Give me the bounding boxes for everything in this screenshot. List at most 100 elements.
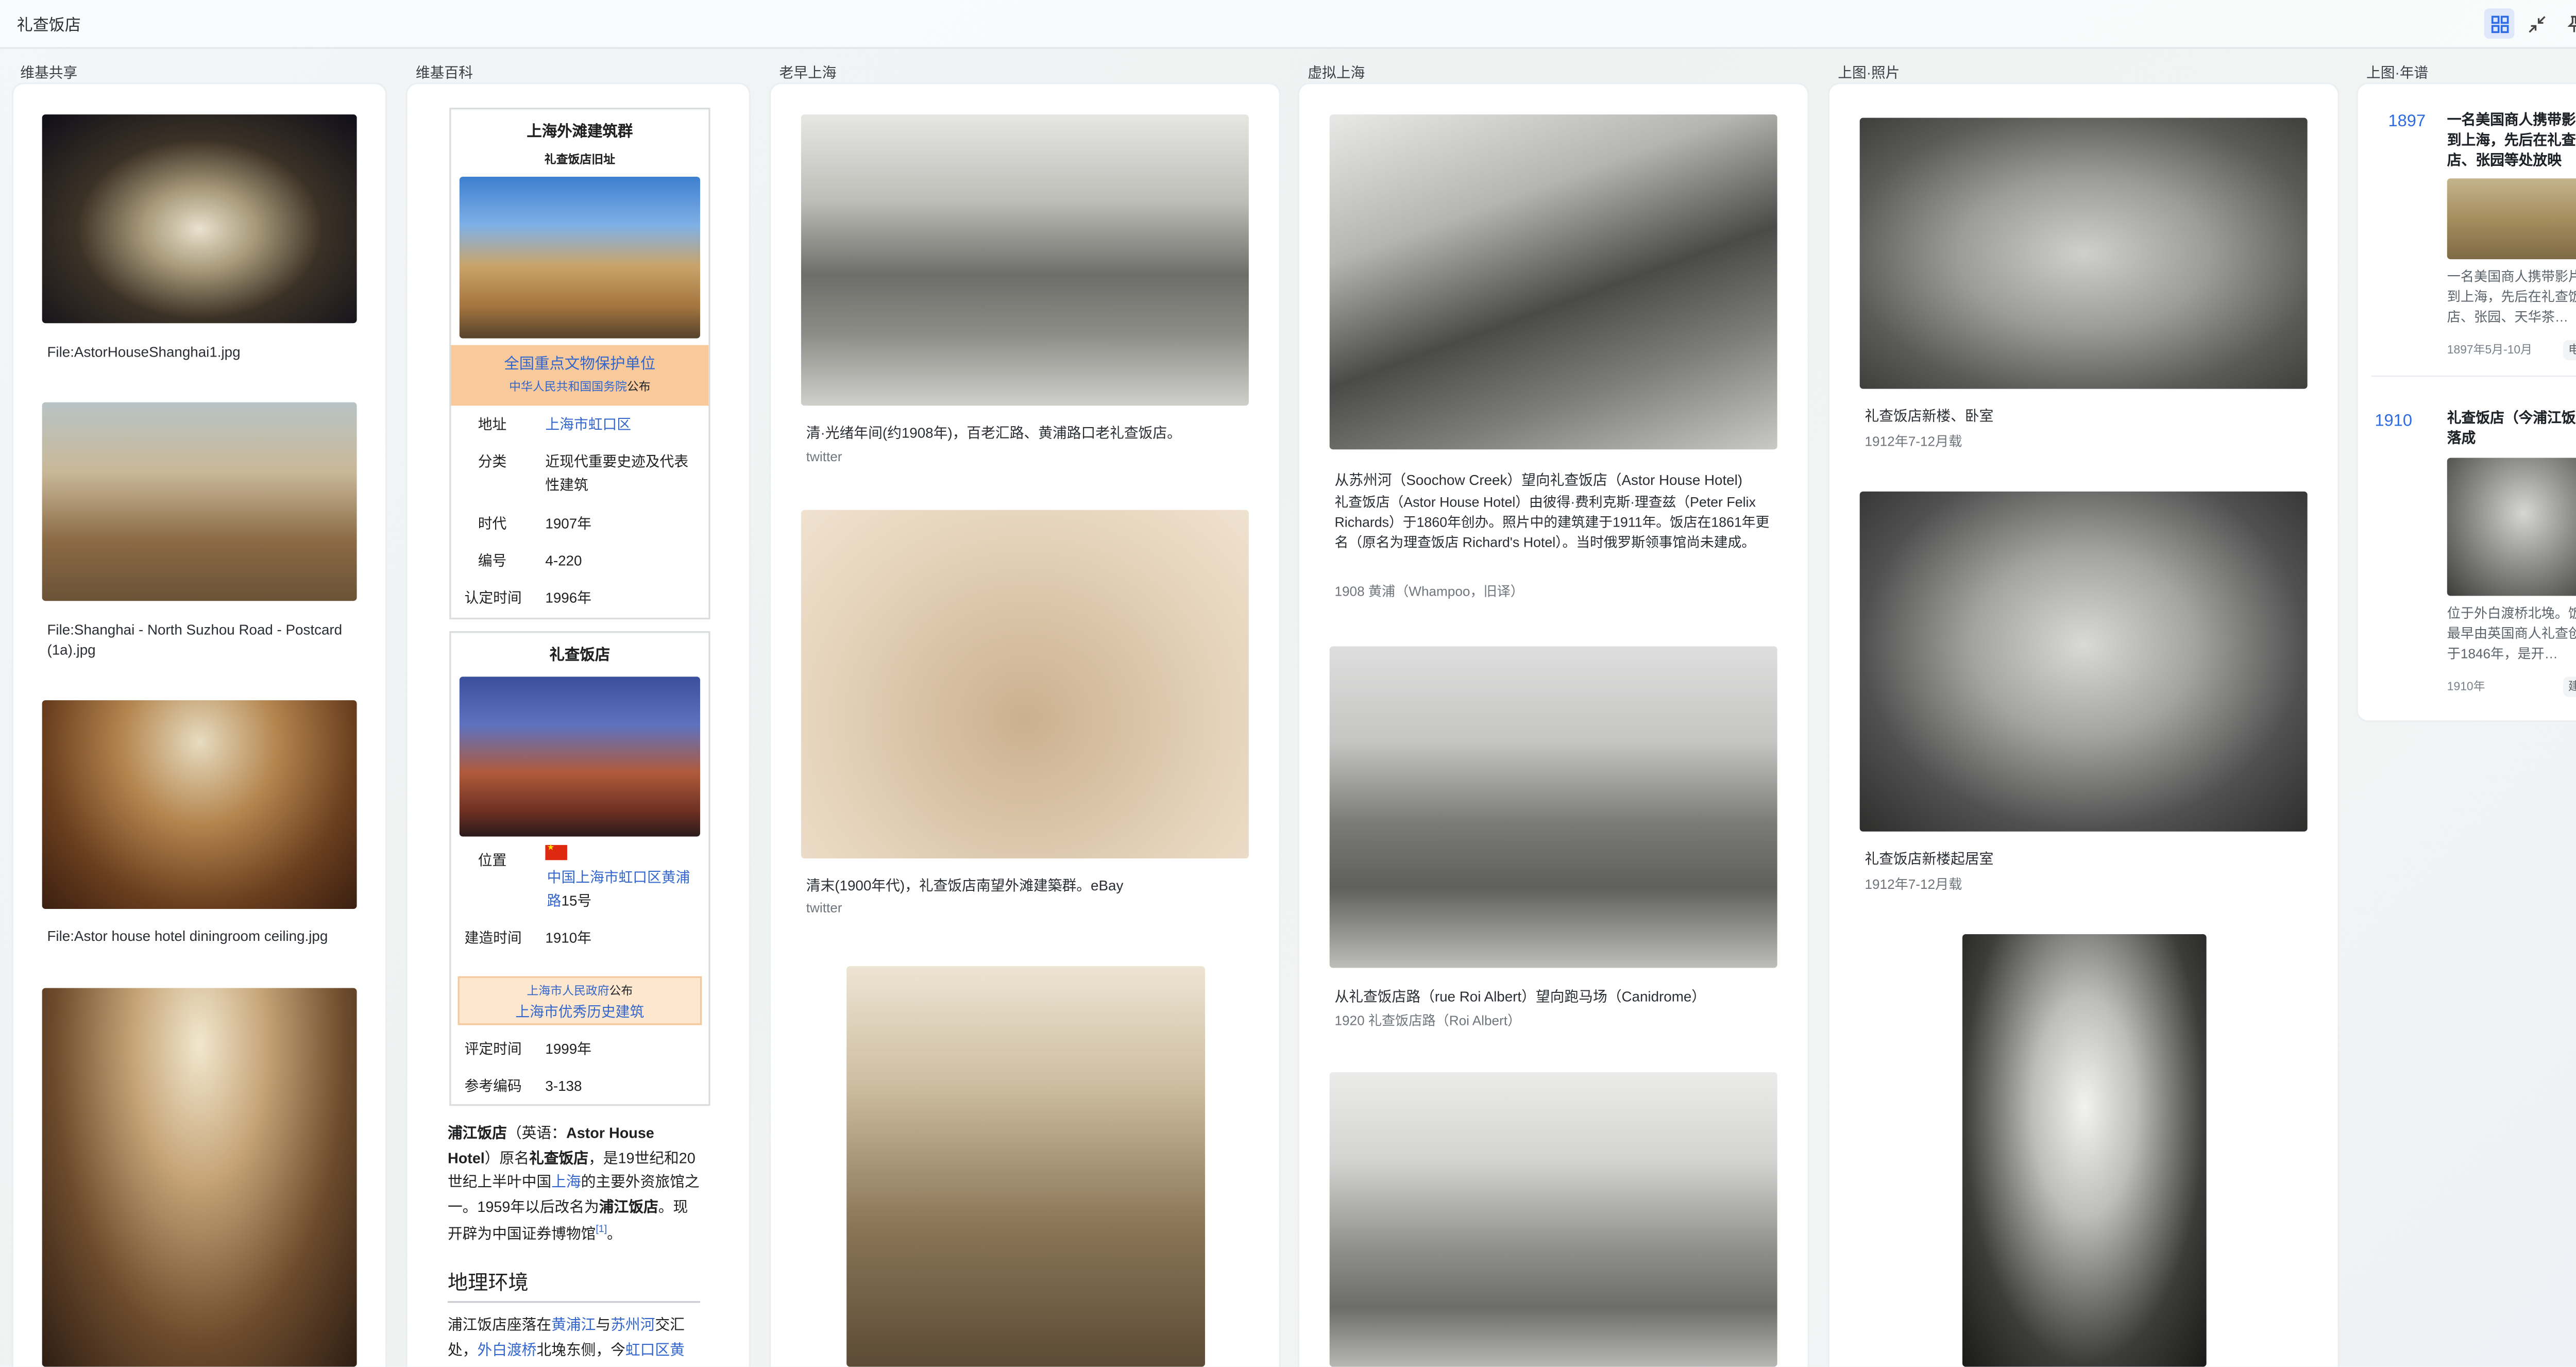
column-label-timeline: 上图·年谱 <box>2366 64 2429 81</box>
commons-photo-2[interactable] <box>42 402 357 601</box>
timeline-panel[interactable]: 1897 一名美国商人携带影片来到上海，先后在礼查饭店、张园等处放映 一名美国商… <box>2358 84 2576 721</box>
heritage-banner-main[interactable]: 全国重点文物保护单位 <box>451 352 708 374</box>
historic-banner-sub-text: 公布 <box>609 986 633 999</box>
timeline-title-2[interactable]: 礼查饭店（今浦江饭店）落成 <box>2447 408 2576 448</box>
geo-text: 与 <box>596 1316 611 1334</box>
commons-photo-3[interactable] <box>42 700 357 909</box>
infobox2-title: 礼查饭店 <box>549 646 611 664</box>
column-label-virtual-shanghai: 虚拟上海 <box>1308 64 1365 81</box>
infobox2-value-ref: 3-138 <box>545 1077 582 1094</box>
infobox2-label-location: 位置 <box>478 851 507 869</box>
old-shanghai-source-2: twitter <box>806 900 842 916</box>
intro-text: ）原名 <box>484 1149 530 1166</box>
timeline-year-2: 1910 <box>2375 412 2412 431</box>
heritage-banner: 全国重点文物保护单位 中华人民共和国国务院公布 <box>451 345 709 406</box>
shanghai-link[interactable]: 上海 <box>551 1174 581 1191</box>
commons-caption-1[interactable]: File:AstorHouseShanghai1.jpg <box>47 342 240 362</box>
timeline-date-1: 1897年5月-10月 <box>2447 345 2533 357</box>
geo-text: 北堍东侧，今 <box>536 1341 625 1358</box>
infobox-value-category: 近现代重要史迹及代表性建筑 <box>545 452 689 494</box>
heritage-banner-sub: 中华人民共和国国务院公布 <box>451 379 708 396</box>
timeline-photo-1[interactable] <box>2447 178 2576 260</box>
banner-sub-link[interactable]: 中华人民共和国国务院 <box>509 382 627 394</box>
infobox2-value-location: 中国上海市虹口区黄浦路15号 <box>547 865 702 912</box>
timeline-title-1[interactable]: 一名美国商人携带影片来到上海，先后在礼查饭店、张园等处放映 <box>2447 109 2576 170</box>
virtual-shanghai-photo-3[interactable] <box>1329 1072 1777 1367</box>
historic-banner-sub-link[interactable]: 上海市人民政府 <box>527 986 609 998</box>
timeline-tag-1[interactable]: 电影 <box>2563 340 2576 361</box>
library-photo-3[interactable] <box>1962 934 2207 1367</box>
infobox-title: 上海外滩建筑群 <box>527 123 633 140</box>
commons-photo-4[interactable] <box>42 988 357 1367</box>
huangpu-link[interactable]: 黄浦江 <box>551 1317 596 1334</box>
virtual-shanghai-panel[interactable]: 从苏州河（Soochow Creek）望向礼查饭店（Astor House Ho… <box>1299 84 1808 1367</box>
infobox-subtitle: 礼查饭店旧址 <box>544 155 615 167</box>
window-title: 礼查饭店 <box>16 16 81 36</box>
historic-banner: 上海市人民政府公布 上海市优秀历史建筑 <box>457 976 702 1025</box>
hongkou-link[interactable]: 虹口区黄 <box>625 1341 685 1358</box>
timeline-body-2: 位于外白渡桥北堍。饭店最早由英国商人礼查创建于1846年，是开… <box>2447 606 2576 662</box>
grid-view-icon[interactable] <box>2484 8 2515 39</box>
intro-bold-name: 浦江饭店 <box>447 1124 507 1141</box>
old-shanghai-caption-2: 清末(1900年代)，礼查饭店南望外滩建築群。eBay <box>806 876 1124 894</box>
column-label-old-shanghai: 老早上海 <box>779 64 837 81</box>
commons-photo-1[interactable] <box>42 114 357 324</box>
collapse-icon[interactable] <box>2521 8 2552 39</box>
infobox2-value-eval: 1999年 <box>545 1040 591 1057</box>
banner-sub-text: 公布 <box>626 382 651 394</box>
library-photos-panel[interactable]: 礼查饭店新楼、卧室 1912年7-12月载 礼查饭店新楼起居室 1912年7-1… <box>1829 84 2338 1367</box>
column-label-wikipedia: 维基百科 <box>415 64 473 81</box>
virtual-shanghai-desc-1: 礼查饭店（Astor House Hotel）由彼得·费利克斯·理查兹（Pete… <box>1334 495 1770 551</box>
pin-icon[interactable] <box>2558 8 2576 39</box>
library-caption-2: 礼查饭店新楼起居室 <box>1865 850 1994 867</box>
virtual-shanghai-meta-1: 1908 黄浦（Whampoo，旧译） <box>1334 584 1524 599</box>
old-shanghai-photo-3[interactable] <box>846 966 1205 1367</box>
infobox2-value-built: 1910年 <box>545 929 591 946</box>
infobox-label-era: 时代 <box>478 515 507 532</box>
section-heading: 地理环境 <box>447 1268 700 1303</box>
historic-banner-main[interactable]: 上海市优秀历史建筑 <box>460 1002 700 1022</box>
commons-panel[interactable]: File:AstorHouseShanghai1.jpg File:Shangh… <box>13 84 386 1367</box>
suzhou-creek-link[interactable]: 苏州河 <box>611 1317 655 1334</box>
library-photo-1[interactable] <box>1859 117 2308 389</box>
virtual-shanghai-title-1: 从苏州河（Soochow Creek）望向礼查饭店（Astor House Ho… <box>1334 471 1743 488</box>
library-photo-2[interactable] <box>1859 491 2308 832</box>
infobox-value-number: 4-220 <box>545 552 582 569</box>
garden-bridge-link[interactable]: 外白渡桥 <box>477 1341 536 1358</box>
virtual-shanghai-photo-1[interactable] <box>1329 114 1777 450</box>
infobox-label-category: 分类 <box>478 452 507 470</box>
location-text: 15号 <box>561 892 592 909</box>
virtual-shanghai-title-2: 从礼查饭店路（rue Roi Albert）望向跑马场（Canidrome） <box>1334 988 1706 1005</box>
timeline-date-2: 1910年 <box>2447 682 2485 694</box>
timeline-body-1: 一名美国商人携带影片来到上海，先后在礼查饭店、张园、天华茶… <box>2447 269 2576 325</box>
old-shanghai-panel[interactable]: 清·光绪年间(约1908年)，百老汇路、黄浦路口老礼查饭店。 twitter 清… <box>771 84 1279 1367</box>
article-intro: 浦江饭店（英语：Astor House Hotel）原名礼查饭店，是19世纪和2… <box>448 1121 700 1247</box>
window-controls <box>2484 8 2576 39</box>
column-label-commons: 维基共享 <box>20 64 78 81</box>
commons-caption-3[interactable]: File:Astor house hotel diningroom ceilin… <box>47 926 328 946</box>
virtual-shanghai-photo-2[interactable] <box>1329 646 1777 968</box>
old-shanghai-photo-2[interactable] <box>801 510 1249 859</box>
infobox2-label-eval: 评定时间 <box>464 1040 522 1057</box>
infobox-value-address[interactable]: 上海市虹口区 <box>545 412 631 436</box>
infobox-photo-1[interactable] <box>459 177 700 339</box>
virtual-shanghai-meta-2: 1920 礼查饭店路（Roi Albert） <box>1334 1013 1521 1028</box>
timeline-tag-2[interactable]: 建筑 <box>2563 677 2576 697</box>
timeline-photo-2[interactable] <box>2447 458 2576 596</box>
citation-link[interactable]: [1] <box>596 1226 607 1236</box>
library-date-1: 1912年7-12月载 <box>1865 434 1962 450</box>
infobox-photo-2[interactable] <box>459 677 700 837</box>
infobox2-label-built: 建造时间 <box>464 929 522 946</box>
commons-caption-2[interactable]: File:Shanghai - North Suzhou Road - Post… <box>47 619 350 660</box>
column-label-library-photos: 上图·照片 <box>1838 64 1900 81</box>
title-bar: 礼查饭店 <box>0 0 2576 49</box>
infobox2-label-ref: 参考编码 <box>464 1077 522 1094</box>
historic-banner-sub: 上海市人民政府公布 <box>460 983 700 1000</box>
old-shanghai-photo-1[interactable] <box>801 114 1249 406</box>
library-caption-1: 礼查饭店新楼、卧室 <box>1865 407 1994 425</box>
infobox-label-address: 地址 <box>478 415 507 433</box>
infobox-label-date: 认定时间 <box>464 589 522 606</box>
intro-text: （英语： <box>506 1124 566 1141</box>
china-flag-icon: ★ <box>545 843 567 860</box>
old-shanghai-caption-1: 清·光绪年间(约1908年)，百老汇路、黄浦路口老礼查饭店。 <box>806 424 1181 441</box>
